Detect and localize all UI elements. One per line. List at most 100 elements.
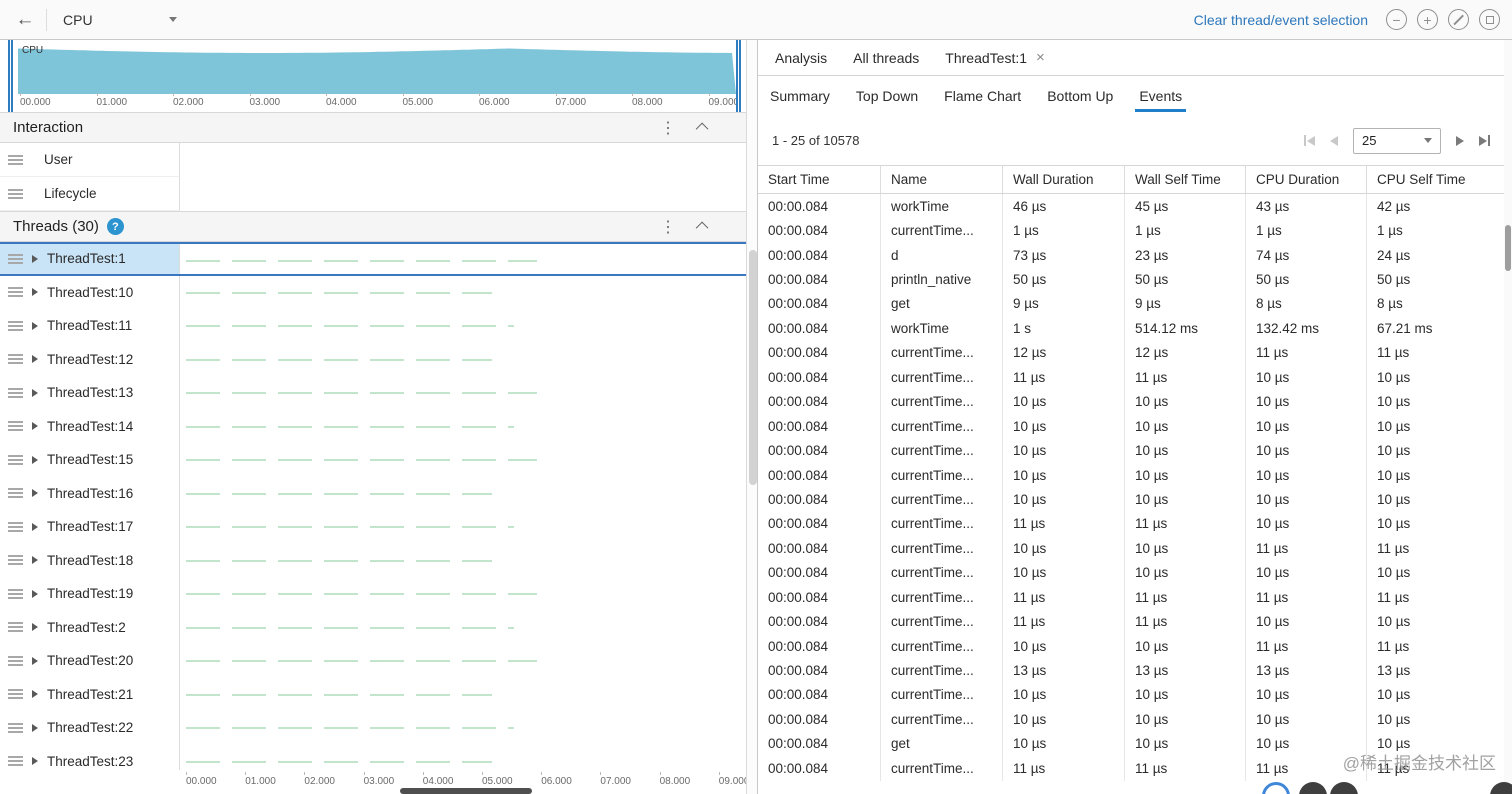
first-page-button[interactable] [1304,135,1315,146]
thread-track[interactable] [180,275,746,309]
thread-row[interactable]: ThreadTest:11 [0,309,746,343]
drag-handle-icon[interactable] [8,756,23,766]
expand-arrow-icon[interactable] [32,388,38,397]
expand-arrow-icon[interactable] [32,723,38,732]
table-row[interactable]: 00:00.084 currentTime... 11 µs 11 µs 11 µs 11… [758,585,1504,610]
table-row[interactable]: 00:00.084 currentTime... 10 µs 10 µs 11 µs 11… [758,536,1504,561]
thread-track[interactable] [180,309,746,343]
drag-handle-icon[interactable] [8,287,23,297]
drag-handle-icon[interactable] [8,555,23,565]
interaction-kebab-menu-icon[interactable]: ⋮ [660,118,676,138]
drag-handle-icon[interactable] [8,320,23,331]
drag-handle-icon[interactable] [8,354,23,364]
table-row[interactable]: 00:00.084 currentTime... 10 µs 10 µs 10 µs 10… [758,707,1504,732]
interaction-row-user[interactable]: User [0,143,746,177]
thread-row[interactable]: ThreadTest:14 [0,409,746,443]
threads-section-header[interactable]: Threads (30) ? ⋮ [0,211,746,242]
threads-kebab-menu-icon[interactable]: ⋮ [660,217,676,237]
column-header[interactable]: Start Time [758,166,881,193]
drag-handle-icon[interactable] [8,588,23,599]
expand-arrow-icon[interactable] [32,556,38,565]
previous-page-button[interactable] [1330,135,1338,146]
thread-row[interactable]: ThreadTest:1 [0,242,746,276]
thread-row[interactable]: ThreadTest:21 [0,677,746,711]
expand-arrow-icon[interactable] [32,355,38,364]
thread-track[interactable] [180,711,746,745]
thread-row[interactable]: ThreadTest:20 [0,644,746,678]
cpu-usage-chart[interactable]: CPU 00.000 01.000 02.000 03.000 04.000 05.000… [0,40,746,112]
thread-track[interactable] [180,577,746,611]
table-row[interactable]: 00:00.084 currentTime... 1 µs 1 µs 1 µs 1 µs [758,218,1504,243]
expand-arrow-icon[interactable] [32,522,38,531]
drag-handle-icon[interactable] [8,454,23,465]
table-row[interactable]: 00:00.084 d 73 µs 23 µs 74 µs 24 µs [758,242,1504,268]
column-header[interactable]: Wall Self Time [1125,166,1246,193]
drag-handle-icon[interactable] [8,253,23,264]
expand-arrow-icon[interactable] [32,656,38,665]
table-row[interactable]: 00:00.084 currentTime... 11 µs 11 µs 11 µs 11… [758,756,1504,781]
expand-arrow-icon[interactable] [32,422,38,431]
next-page-button[interactable] [1456,135,1464,146]
subtab-summary[interactable]: Summary [768,76,832,116]
table-row[interactable]: 00:00.084 currentTime... 10 µs 10 µs 10 µs 10… [758,682,1504,708]
selection-end-handle[interactable] [736,40,741,112]
clear-selection-link[interactable]: Clear thread/event selection [1194,12,1368,28]
drag-handle-icon[interactable] [8,488,23,498]
thread-track[interactable] [180,244,746,274]
table-row[interactable]: 00:00.084 currentTime... 11 µs 11 µs 10 µs 10… [758,511,1504,537]
page-size-select[interactable]: 25 [1353,127,1441,154]
zoom-in-button[interactable]: + [1417,9,1438,30]
tab-analysis[interactable]: Analysis [762,40,840,75]
close-icon[interactable]: × [1036,49,1045,66]
table-row[interactable]: 00:00.084 currentTime... 10 µs 10 µs 10 µs 10… [758,413,1504,439]
table-row[interactable]: 00:00.084 currentTime... 10 µs 10 µs 11 µs 11… [758,633,1504,659]
drag-handle-icon[interactable] [8,521,23,532]
thread-track[interactable] [180,342,746,376]
column-header[interactable]: CPU Duration [1246,166,1367,193]
thread-row[interactable]: ThreadTest:10 [0,275,746,309]
thread-row[interactable]: ThreadTest:18 [0,543,746,577]
zoom-out-button[interactable]: − [1386,9,1407,30]
thread-track[interactable] [180,409,746,443]
tab-threadtest-1[interactable]: ThreadTest:1 × [932,40,1057,75]
threads-scrollbar[interactable] [746,40,758,794]
tab-all-threads[interactable]: All threads [840,40,932,75]
interaction-section-header[interactable]: Interaction ⋮ [0,112,746,143]
table-row[interactable]: 00:00.084 get 9 µs 9 µs 8 µs 8 µs [758,291,1504,317]
column-header[interactable]: Wall Duration [1003,166,1125,193]
thread-track[interactable] [180,376,746,410]
interaction-collapse-icon[interactable] [695,122,709,136]
help-icon[interactable]: ? [106,218,124,235]
thread-row[interactable]: ThreadTest:13 [0,376,746,410]
expand-arrow-icon[interactable] [32,489,38,498]
subtab-flame-chart[interactable]: Flame Chart [942,76,1023,116]
expand-arrow-icon[interactable] [32,623,38,632]
drag-handle-icon[interactable] [8,622,23,632]
table-row[interactable]: 00:00.084 currentTime... 11 µs 11 µs 10 µs 10… [758,609,1504,634]
expand-arrow-icon[interactable] [32,690,38,699]
thread-row[interactable]: ThreadTest:17 [0,510,746,544]
zoom-to-selection-button[interactable] [1479,9,1500,30]
column-header[interactable]: CPU Self Time [1367,166,1504,193]
thread-row[interactable]: ThreadTest:22 [0,711,746,745]
thread-row[interactable]: ThreadTest:12 [0,342,746,376]
thread-row[interactable]: ThreadTest:16 [0,476,746,510]
thread-track[interactable] [180,510,746,544]
thread-row[interactable]: ThreadTest:19 [0,577,746,611]
table-row[interactable]: 00:00.084 currentTime... 10 µs 10 µs 10 µs 10… [758,560,1504,585]
selection-start-handle[interactable] [8,40,13,112]
subtab-events[interactable]: Events [1135,76,1186,116]
threads-collapse-icon[interactable] [695,221,709,235]
table-row[interactable]: 00:00.084 currentTime... 13 µs 13 µs 13 µs 13… [758,658,1504,683]
thread-track[interactable] [180,610,746,644]
drag-handle-icon[interactable] [8,722,23,733]
table-scrollbar[interactable] [1504,40,1512,794]
threads-scrollbar-thumb[interactable] [748,250,757,485]
back-button[interactable]: ← [12,9,38,31]
expand-arrow-icon[interactable] [32,254,38,263]
table-row[interactable]: 00:00.084 currentTime... 10 µs 10 µs 10 µs 10… [758,487,1504,512]
drag-handle-icon[interactable] [8,154,23,165]
thread-track[interactable] [180,476,746,510]
last-page-button[interactable] [1479,135,1490,146]
table-row[interactable]: 00:00.084 get 10 µs 10 µs 10 µs 10 µs [758,731,1504,757]
